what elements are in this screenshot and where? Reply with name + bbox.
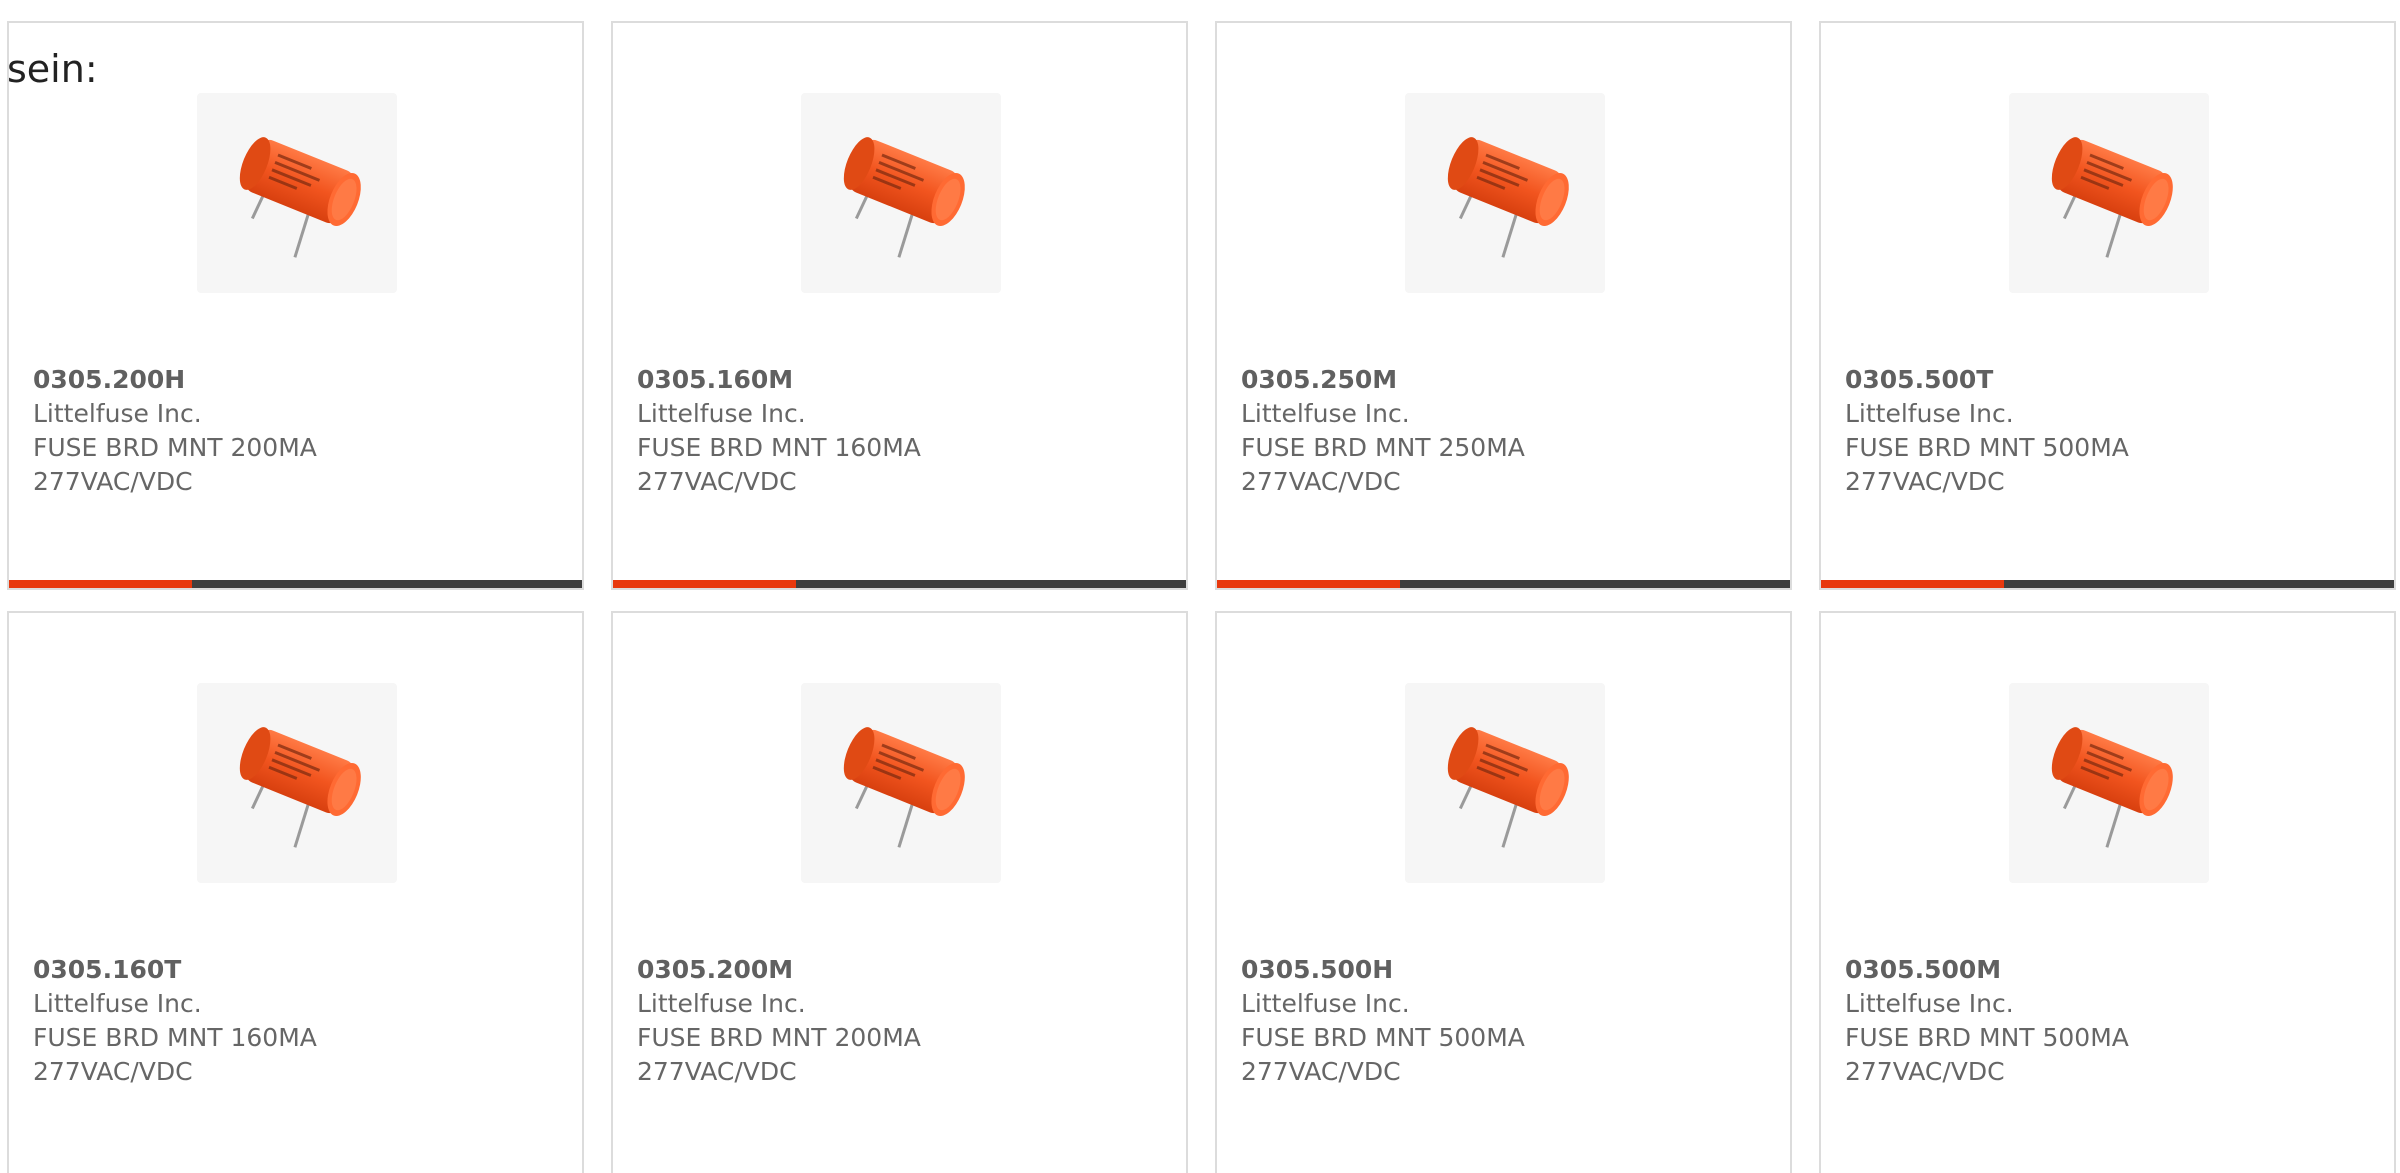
description-line1: FUSE BRD MNT 500MA: [1241, 1023, 1525, 1052]
product-card[interactable]: 0305.500T Littelfuse Inc. FUSE BRD MNT 5…: [1819, 21, 2396, 590]
card-accent-bar: [1217, 580, 1400, 588]
product-info: 0305.500H Littelfuse Inc. FUSE BRD MNT 5…: [1241, 953, 1771, 1089]
description-line1: FUSE BRD MNT 200MA: [637, 1023, 921, 1052]
product-grid: 0305.200H Littelfuse Inc. FUSE BRD MNT 2…: [0, 0, 2400, 1173]
description-line1: FUSE BRD MNT 160MA: [637, 433, 921, 462]
manufacturer: Littelfuse Inc.: [637, 989, 806, 1018]
description-line2: 277VAC/VDC: [1241, 467, 1401, 496]
description-line1: FUSE BRD MNT 160MA: [33, 1023, 317, 1052]
orange-fuse-icon[interactable]: [1405, 683, 1605, 883]
orange-fuse-icon[interactable]: [2009, 683, 2209, 883]
card-accent-bar: [9, 580, 192, 588]
description-line1: FUSE BRD MNT 500MA: [1845, 1023, 2129, 1052]
product-info: 0305.250M Littelfuse Inc. FUSE BRD MNT 2…: [1241, 363, 1771, 499]
orange-fuse-icon[interactable]: [1405, 93, 1605, 293]
description-line2: 277VAC/VDC: [637, 467, 797, 496]
product-info: 0305.200H Littelfuse Inc. FUSE BRD MNT 2…: [33, 363, 563, 499]
description-line2: 277VAC/VDC: [637, 1057, 797, 1086]
orange-fuse-icon[interactable]: [197, 93, 397, 293]
product-info: 0305.160T Littelfuse Inc. FUSE BRD MNT 1…: [33, 953, 563, 1089]
description-line2: 277VAC/VDC: [1845, 1057, 2005, 1086]
card-bottom-bar: [613, 580, 1186, 588]
part-number-link[interactable]: 0305.200M: [637, 953, 1167, 987]
part-number-link[interactable]: 0305.160T: [33, 953, 563, 987]
product-card[interactable]: 0305.500H Littelfuse Inc. FUSE BRD MNT 5…: [1215, 611, 1792, 1173]
orange-fuse-icon[interactable]: [801, 93, 1001, 293]
description-line1: FUSE BRD MNT 200MA: [33, 433, 317, 462]
description-line2: 277VAC/VDC: [33, 467, 193, 496]
card-accent-bar: [613, 580, 796, 588]
part-number-link[interactable]: 0305.160M: [637, 363, 1167, 397]
manufacturer: Littelfuse Inc.: [33, 399, 202, 428]
description-line2: 277VAC/VDC: [1241, 1057, 1401, 1086]
product-card[interactable]: 0305.160T Littelfuse Inc. FUSE BRD MNT 1…: [7, 611, 584, 1173]
product-grid-page: sein: 0305.200H Littelfuse Inc. FUSE BRD…: [0, 0, 2400, 1173]
part-number-link[interactable]: 0305.500T: [1845, 363, 2375, 397]
card-bottom-bar: [1217, 580, 1790, 588]
card-bottom-bar: [9, 580, 582, 588]
description-line1: FUSE BRD MNT 500MA: [1845, 433, 2129, 462]
description-line2: 277VAC/VDC: [33, 1057, 193, 1086]
product-info: 0305.160M Littelfuse Inc. FUSE BRD MNT 1…: [637, 363, 1167, 499]
card-accent-bar: [1821, 580, 2004, 588]
manufacturer: Littelfuse Inc.: [1241, 399, 1410, 428]
product-info: 0305.500T Littelfuse Inc. FUSE BRD MNT 5…: [1845, 363, 2375, 499]
product-card[interactable]: 0305.160M Littelfuse Inc. FUSE BRD MNT 1…: [611, 21, 1188, 590]
product-info: 0305.500M Littelfuse Inc. FUSE BRD MNT 5…: [1845, 953, 2375, 1089]
manufacturer: Littelfuse Inc.: [33, 989, 202, 1018]
part-number-link[interactable]: 0305.500H: [1241, 953, 1771, 987]
caption-text: sein:: [7, 47, 98, 91]
product-card[interactable]: 0305.500M Littelfuse Inc. FUSE BRD MNT 5…: [1819, 611, 2396, 1173]
part-number-link[interactable]: 0305.500M: [1845, 953, 2375, 987]
product-card[interactable]: 0305.250M Littelfuse Inc. FUSE BRD MNT 2…: [1215, 21, 1792, 590]
part-number-link[interactable]: 0305.250M: [1241, 363, 1771, 397]
orange-fuse-icon[interactable]: [197, 683, 397, 883]
manufacturer: Littelfuse Inc.: [1845, 989, 2014, 1018]
product-card[interactable]: 0305.200M Littelfuse Inc. FUSE BRD MNT 2…: [611, 611, 1188, 1173]
card-bottom-bar: [1821, 580, 2394, 588]
manufacturer: Littelfuse Inc.: [1845, 399, 2014, 428]
description-line1: FUSE BRD MNT 250MA: [1241, 433, 1525, 462]
orange-fuse-icon[interactable]: [2009, 93, 2209, 293]
description-line2: 277VAC/VDC: [1845, 467, 2005, 496]
orange-fuse-icon[interactable]: [801, 683, 1001, 883]
manufacturer: Littelfuse Inc.: [1241, 989, 1410, 1018]
product-info: 0305.200M Littelfuse Inc. FUSE BRD MNT 2…: [637, 953, 1167, 1089]
part-number-link[interactable]: 0305.200H: [33, 363, 563, 397]
product-card[interactable]: 0305.200H Littelfuse Inc. FUSE BRD MNT 2…: [7, 21, 584, 590]
manufacturer: Littelfuse Inc.: [637, 399, 806, 428]
